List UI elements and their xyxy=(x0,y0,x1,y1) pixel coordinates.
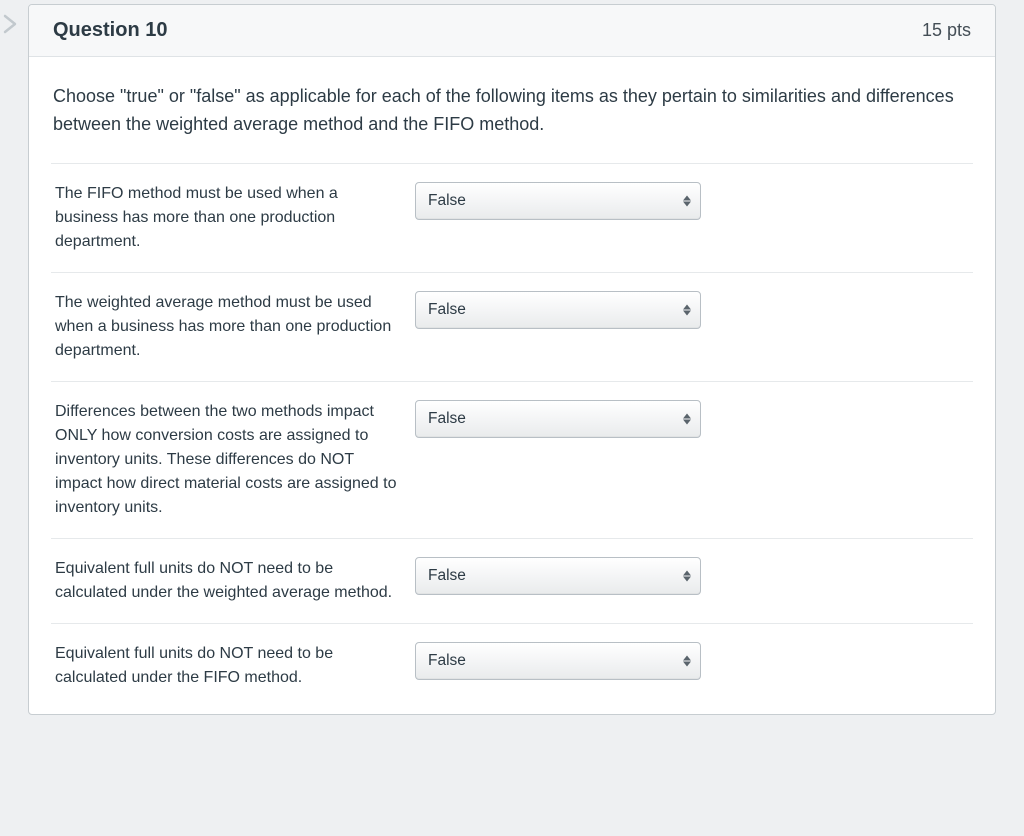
item-text: Equivalent full units do NOT need to be … xyxy=(55,642,405,690)
select-value: False xyxy=(428,192,466,210)
answer-select[interactable]: False xyxy=(415,642,701,680)
question-item: Differences between the two methods impa… xyxy=(51,381,973,538)
question-item: Equivalent full units do NOT need to be … xyxy=(51,623,973,708)
question-card: Question 10 15 pts Choose "true" or "fal… xyxy=(28,4,996,715)
items-list: The FIFO method must be used when a busi… xyxy=(51,163,973,708)
item-text: The FIFO method must be used when a busi… xyxy=(55,182,405,254)
item-text: Differences between the two methods impa… xyxy=(55,400,405,520)
question-item: Equivalent full units do NOT need to be … xyxy=(51,538,973,623)
question-body: Choose "true" or "false" as applicable f… xyxy=(29,57,995,714)
item-text: Equivalent full units do NOT need to be … xyxy=(55,557,405,605)
question-points: 15 pts xyxy=(922,20,971,41)
select-value: False xyxy=(428,410,466,428)
select-value: False xyxy=(428,301,466,319)
answer-select[interactable]: False xyxy=(415,182,701,220)
question-item: The weighted average method must be used… xyxy=(51,272,973,381)
question-instructions: Choose "true" or "false" as applicable f… xyxy=(51,83,973,139)
select-value: False xyxy=(428,652,466,670)
item-text: The weighted average method must be used… xyxy=(55,291,405,363)
question-header: Question 10 15 pts xyxy=(29,5,995,57)
question-title: Question 10 xyxy=(53,19,167,42)
question-item: The FIFO method must be used when a busi… xyxy=(51,163,973,272)
next-arrow-icon[interactable] xyxy=(0,10,22,38)
answer-select[interactable]: False xyxy=(415,291,701,329)
select-value: False xyxy=(428,567,466,585)
answer-select[interactable]: False xyxy=(415,400,701,438)
answer-select[interactable]: False xyxy=(415,557,701,595)
